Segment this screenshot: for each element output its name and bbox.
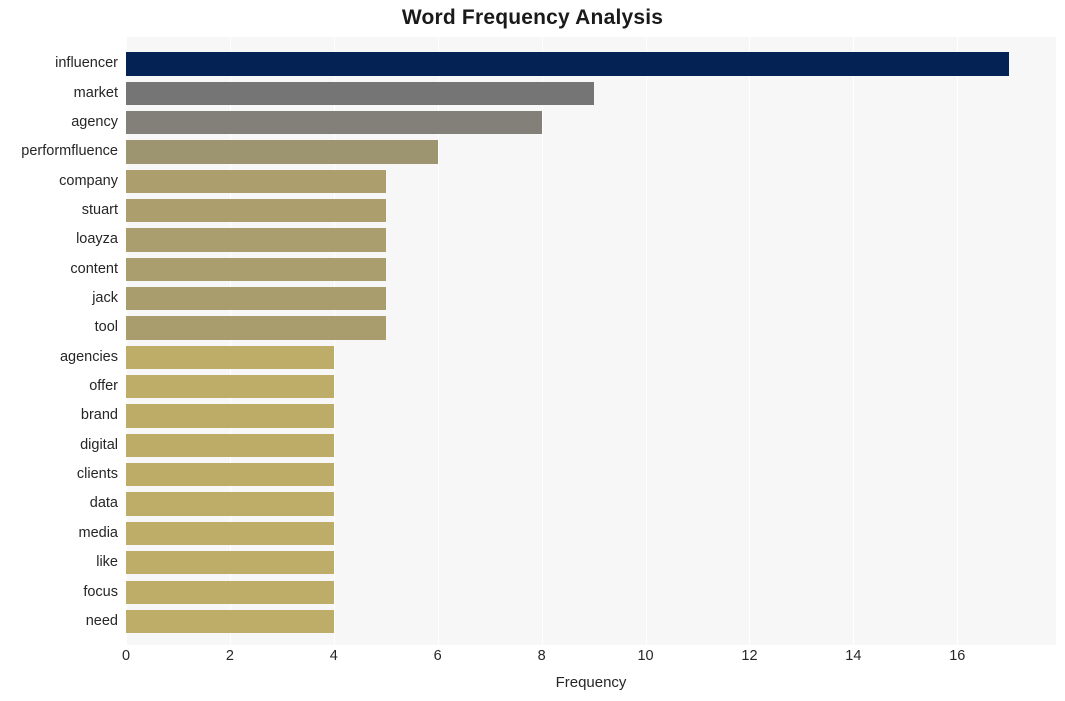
bar-row: [126, 108, 1056, 137]
x-axis-tick-labels: 0 2 4 6 8 10 12 14 16: [0, 648, 1065, 670]
y-tick-label: jack: [92, 290, 118, 307]
y-tick-label: digital: [80, 436, 118, 453]
bar[interactable]: [126, 551, 334, 575]
bar[interactable]: [126, 81, 594, 105]
y-tick-label: influencer: [55, 55, 118, 72]
y-axis-tick-labels: influencer market agency performfluence comp…: [0, 37, 118, 645]
x-tick-label: 12: [741, 648, 758, 664]
word-frequency-chart-figure: Word Frequency Analysis influencer market…: [0, 0, 1065, 701]
bar[interactable]: [126, 404, 334, 428]
y-tick-label: company: [59, 172, 118, 189]
bar[interactable]: [126, 463, 334, 487]
x-tick-label: 0: [121, 648, 131, 664]
y-tick-label: loayza: [76, 231, 118, 248]
bar-row: [126, 607, 1056, 636]
bar-row: [126, 578, 1056, 607]
bar-row: [126, 343, 1056, 372]
bar-row: [126, 196, 1056, 225]
y-tick-label: like: [96, 554, 118, 571]
bar[interactable]: [126, 492, 334, 516]
x-tick-label: 2: [225, 648, 234, 664]
bar[interactable]: [126, 199, 386, 223]
y-tick-label: market: [73, 84, 118, 101]
bar[interactable]: [126, 140, 438, 164]
bar-row: [126, 167, 1056, 196]
y-tick-label: content: [70, 260, 118, 277]
bar[interactable]: [126, 345, 334, 370]
y-tick-label: focus: [83, 583, 118, 600]
x-tick-label: 6: [433, 648, 442, 664]
y-tick-label: agency: [71, 114, 118, 130]
bar-row: [126, 489, 1056, 518]
y-tick-label: need: [85, 612, 118, 629]
x-tick-label: 4: [329, 648, 338, 664]
y-tick-label: tool: [94, 319, 118, 336]
bar-row: [126, 372, 1056, 401]
y-tick-label: stuart: [81, 202, 118, 219]
x-axis-label: Frequency: [555, 674, 627, 691]
bar[interactable]: [126, 287, 386, 311]
chart-title: Word Frequency Analysis: [401, 6, 664, 29]
bar[interactable]: [126, 375, 334, 399]
bar-row: [126, 519, 1056, 548]
bar-row: [126, 284, 1056, 313]
y-tick-label: offer: [89, 378, 118, 395]
bar[interactable]: [126, 580, 334, 604]
y-tick-label: agencies: [59, 348, 118, 365]
bar[interactable]: [126, 52, 1010, 76]
bar[interactable]: [126, 316, 386, 340]
y-tick-label: data: [89, 495, 118, 512]
bar[interactable]: [126, 521, 334, 546]
x-tick-label: 10: [637, 648, 654, 664]
bar-row: [126, 401, 1056, 430]
plot-area: [126, 37, 1056, 645]
x-tick-label: 16: [949, 648, 966, 664]
bar-row: [126, 49, 1056, 78]
y-tick-label: clients: [76, 466, 118, 483]
x-tick-label: 8: [537, 648, 546, 664]
bar-row: [126, 431, 1056, 460]
bar-row: [126, 460, 1056, 489]
y-tick-label: media: [78, 524, 119, 541]
bar[interactable]: [126, 169, 386, 194]
bar[interactable]: [126, 257, 386, 282]
bar[interactable]: [126, 433, 334, 458]
x-tick-label: 14: [845, 648, 862, 664]
y-tick-label: performfluence: [21, 143, 118, 160]
y-tick-label: brand: [80, 407, 118, 424]
bar-row: [126, 225, 1056, 254]
bar-row: [126, 313, 1056, 342]
bar[interactable]: [126, 609, 334, 634]
bar-row: [126, 137, 1056, 166]
bar[interactable]: [126, 228, 386, 252]
bar-row: [126, 79, 1056, 108]
bar[interactable]: [126, 111, 542, 135]
bar-series: [126, 37, 1056, 645]
bar-row: [126, 255, 1056, 284]
bar-row: [126, 548, 1056, 577]
